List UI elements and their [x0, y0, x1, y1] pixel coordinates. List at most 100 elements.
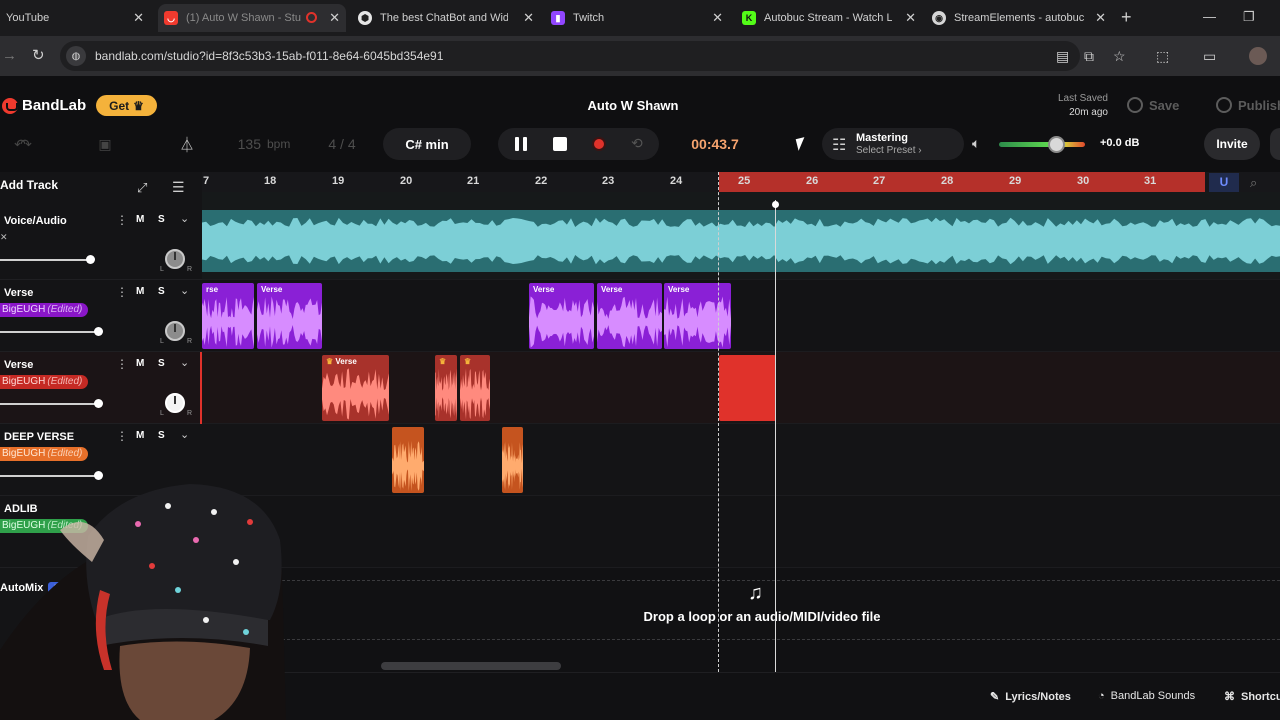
side-panel-icon[interactable]: ▭ [1203, 47, 1216, 65]
key-selector[interactable]: C# min [383, 128, 471, 160]
solo-button[interactable]: S [158, 358, 165, 369]
audio-clip[interactable]: Verse [257, 283, 322, 349]
tab-chatbot[interactable]: ⬢ The best ChatBot and Widg ✕ [352, 4, 540, 32]
chevron-down-icon[interactable]: ⌄ [180, 428, 189, 441]
playhead-handle[interactable] [772, 201, 779, 208]
chevron-down-icon[interactable]: ⌄ [180, 356, 189, 369]
record-icon[interactable] [594, 139, 604, 149]
mute-button[interactable]: M [136, 358, 144, 369]
close-tab-icon[interactable]: ✕ [133, 10, 144, 26]
volume-handle[interactable] [86, 255, 95, 264]
tab-bandlab[interactable]: ◡ (1) Auto W Shawn - Stu ✕ [158, 4, 346, 32]
solo-button[interactable]: S [158, 214, 165, 225]
omnibox[interactable]: ◍ bandlab.com/studio?id=8f3c53b3-15ab-f0… [60, 41, 1080, 71]
close-tab-icon[interactable]: ✕ [329, 10, 340, 26]
loop-start-marker[interactable] [718, 172, 719, 672]
horizontal-scrollbar[interactable] [381, 662, 561, 670]
bookmark-star-icon[interactable]: ☆ [1113, 47, 1126, 65]
audio-clip[interactable]: ♛ Verse [322, 355, 389, 421]
audio-clip[interactable]: Verse [529, 283, 594, 349]
audio-clip[interactable] [502, 427, 523, 493]
grid-icon[interactable]: ▣ [92, 128, 118, 160]
close-tab-icon[interactable]: ✕ [1095, 10, 1106, 26]
playhead[interactable] [775, 200, 776, 672]
chevron-down-icon[interactable]: ⌄ [180, 212, 189, 225]
install-app-icon[interactable]: ⧉ [1084, 47, 1094, 65]
invite-button[interactable]: Invite [1204, 128, 1260, 160]
audio-clip[interactable]: ♛ [435, 355, 457, 421]
lane-voice[interactable] [202, 192, 1280, 280]
more-icon[interactable]: ⋮ [116, 285, 128, 299]
more-icon[interactable]: ⋮ [116, 357, 128, 371]
track-lanes[interactable]: rse Verse Verse Verse Verse ♛ Verse ♛ ♛ [202, 192, 1280, 672]
add-track-button[interactable]: Add Track [0, 178, 58, 192]
chevron-down-icon[interactable]: ⌄ [180, 284, 189, 297]
volume-fader[interactable] [0, 331, 100, 333]
track-name[interactable]: Verse [4, 287, 33, 299]
automation-icon[interactable]: ⤢ [137, 180, 147, 196]
track-name[interactable]: Voice/Audio [4, 215, 67, 227]
tab-streamelements[interactable]: ◉ StreamElements - autobucc ✕ [926, 4, 1112, 32]
publish-button[interactable]: Publish [1216, 97, 1280, 113]
mute-button[interactable]: M [136, 430, 144, 441]
master-volume-handle[interactable] [1048, 136, 1065, 153]
bandlab-sounds-button[interactable]: ◔ BandLab Sounds [1098, 690, 1195, 702]
audio-clip[interactable]: rse [202, 283, 254, 349]
project-title[interactable]: Auto W Shawn [533, 98, 733, 113]
pan-knob[interactable] [165, 393, 185, 413]
reload-icon[interactable]: ↻ [32, 47, 45, 65]
audio-clip[interactable] [392, 427, 424, 493]
close-tab-icon[interactable]: ✕ [523, 10, 534, 26]
tempo-field[interactable]: 135 bpm [224, 128, 304, 160]
effects-preset-chip[interactable]: BigEUGH (Edited) [0, 447, 89, 461]
restore-icon[interactable]: ❐ [1243, 9, 1255, 25]
loop-icon[interactable]: ⟲ [631, 135, 643, 152]
site-info-icon[interactable]: ◍ [66, 46, 86, 66]
lane-verse-1[interactable]: rse Verse Verse Verse Verse [202, 280, 1280, 352]
volume-handle[interactable] [94, 399, 103, 408]
audio-clip[interactable]: Verse [597, 283, 662, 349]
close-tab-icon[interactable]: ✕ [905, 10, 916, 26]
volume-fader[interactable] [0, 259, 92, 261]
solo-button[interactable]: S [158, 430, 165, 441]
forward-icon[interactable]: → [2, 47, 17, 65]
shortcuts-button[interactable]: ⌘ Shortcuts [1224, 690, 1280, 704]
voice-audio-clip[interactable] [202, 210, 1280, 272]
audio-clip[interactable]: Verse [664, 283, 731, 349]
save-button[interactable]: Save [1127, 97, 1179, 113]
lane-verse-2[interactable]: ♛ Verse ♛ ♛ [202, 352, 1280, 424]
track-header-verse-1[interactable]: Verse ⋮ M S ⌄ BigEUGH (Edited) L R [0, 280, 202, 352]
lane-deep-verse[interactable] [202, 424, 1280, 496]
recording-clip[interactable] [719, 355, 776, 421]
more-icon[interactable]: ⋮ [116, 213, 128, 227]
new-tab-icon[interactable]: + [1121, 8, 1132, 26]
extensions-icon[interactable]: ⬚ [1156, 47, 1169, 65]
volume-handle[interactable] [94, 327, 103, 336]
close-tab-icon[interactable]: ✕ [712, 10, 723, 26]
close-icon[interactable]: ✕ [0, 232, 8, 243]
profile-avatar[interactable] [1249, 47, 1267, 65]
tab-twitch[interactable]: ▮ Twitch ✕ [545, 4, 729, 32]
url-text[interactable]: bandlab.com/studio?id=8f3c53b3-15ab-f011… [95, 49, 443, 63]
time-signature-field[interactable]: 4 / 4 [318, 128, 366, 160]
lane-adlib[interactable] [202, 496, 1280, 568]
track-name[interactable]: Verse [4, 359, 33, 371]
get-membership-button[interactable]: Get ♛ [96, 95, 157, 116]
effects-preset-chip[interactable]: BigEUGH (Edited) [0, 303, 89, 317]
zoom-icon[interactable]: ⌕ [1250, 175, 1257, 191]
pan-knob[interactable] [165, 321, 185, 341]
audio-clip[interactable]: ♛ [460, 355, 490, 421]
track-name[interactable]: DEEP VERSE [4, 431, 74, 443]
stop-icon[interactable] [553, 137, 567, 151]
track-header-verse-2[interactable]: Verse ⋮ M S ⌄ BigEUGH (Edited) L R [0, 352, 203, 424]
mute-button[interactable]: M [136, 214, 144, 225]
tab-kick[interactable]: K Autobuc Stream - Watch Li ✕ [736, 4, 922, 32]
bandlab-logo[interactable]: BandLab [2, 97, 86, 114]
tab-youtube[interactable]: YouTube ✕ [0, 4, 150, 32]
effects-preset-chip[interactable]: BigEUGH (Edited) [0, 375, 89, 389]
reading-mode-icon[interactable]: ▤ [1056, 47, 1069, 65]
loop-region[interactable] [719, 172, 1205, 192]
more-icon[interactable]: ⋮ [116, 429, 128, 443]
pause-icon[interactable] [514, 137, 528, 151]
pan-knob[interactable] [165, 249, 185, 269]
